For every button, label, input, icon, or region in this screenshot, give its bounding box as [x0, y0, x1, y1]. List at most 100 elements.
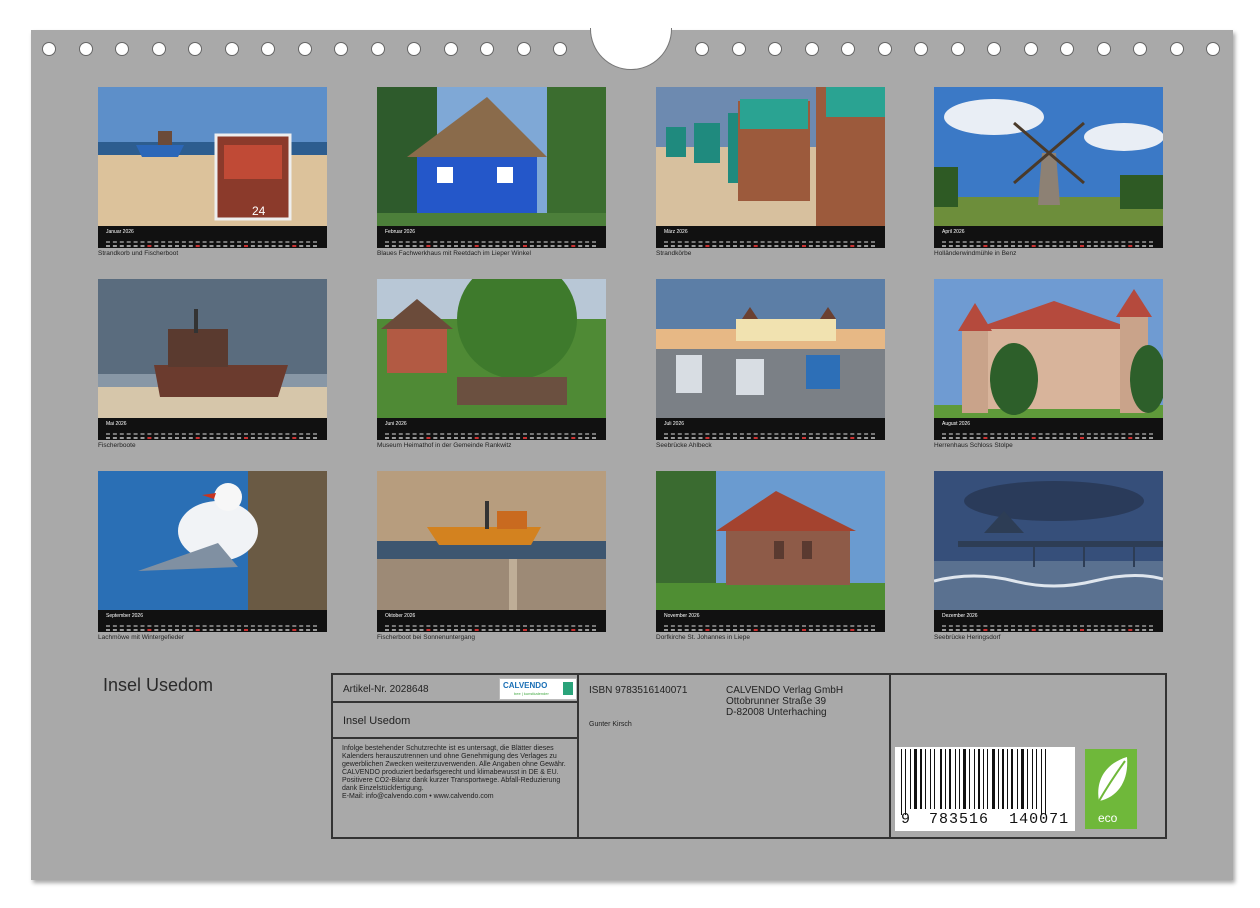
calvendo-logo-mark: [563, 682, 573, 695]
month-name: November 2026: [664, 613, 700, 619]
month-name: Dezember 2026: [942, 613, 978, 619]
month-page: April 2026 Holländerwindmühle in Benz: [934, 87, 1163, 257]
month-photo: [377, 471, 606, 610]
binding-hole: [914, 42, 928, 56]
legal-text-1: Infolge bestehender Schutzrechte ist es …: [342, 745, 566, 768]
day-grid: [385, 428, 599, 439]
binding-hole: [987, 42, 1001, 56]
month-photo: [656, 279, 885, 418]
binding-hole: [1096, 42, 1111, 56]
month-calendar-bar: Dezember 2026: [934, 610, 1163, 632]
month-photo: [656, 471, 885, 610]
month-page: Juni 2026 Museum Heimathof in der Gemeind…: [377, 279, 606, 449]
month-name: April 2026: [942, 229, 965, 235]
binding-hole: [950, 42, 965, 56]
month-name: März 2026: [664, 229, 688, 235]
isbn: ISBN 9783516140071: [589, 685, 688, 696]
month-page: Mai 2026 Fischerboote: [98, 279, 327, 449]
author: Gunter Kirsch: [589, 721, 632, 728]
month-caption: Strandkorb und Fischerboot: [98, 250, 179, 257]
calvendo-logo-text: CALVENDO: [503, 681, 548, 690]
month-photo: 24: [98, 87, 327, 226]
month-page: Dezember 2026 Seebrücke Heringsdorf: [934, 471, 1163, 641]
month-caption: Seebrücke Ahlbeck: [656, 442, 712, 449]
svg-text:24: 24: [252, 204, 266, 218]
binding-hole: [115, 42, 129, 56]
month-calendar-bar: Januar 2026: [98, 226, 327, 248]
month-calendar-bar: Mai 2026: [98, 418, 327, 440]
eco-badge: eco: [1085, 749, 1137, 829]
legal-text: Infolge bestehender Schutzrechte ist es …: [342, 745, 574, 801]
month-calendar-bar: September 2026: [98, 610, 327, 632]
binding-hole: [1023, 42, 1038, 56]
day-grid: [942, 428, 1156, 439]
month-name: September 2026: [106, 613, 143, 619]
month-caption: Herrenhaus Schloss Stolpe: [934, 442, 1013, 449]
binding-hole: [261, 42, 275, 56]
month-page: Juli 2026 Seebrücke Ahlbeck: [656, 279, 885, 449]
calvendo-logo: CALVENDO bee | kunstkalender: [499, 678, 577, 700]
barcode-group2: 140071: [1009, 811, 1070, 828]
barcode-bars: [901, 749, 1046, 815]
box-title-cell: Insel Usedom: [333, 703, 579, 739]
month-photo: [656, 87, 885, 226]
month-caption: Lachmöwe mit Wintergefieder: [98, 634, 184, 641]
month-calendar-bar: Oktober 2026: [377, 610, 606, 632]
month-name: Januar 2026: [106, 229, 134, 235]
barcode: 9 783516 140071: [895, 747, 1075, 831]
calendar-title: Insel Usedom: [103, 675, 214, 695]
day-grid: [106, 428, 320, 439]
month-caption: Strandkörbe: [656, 250, 692, 257]
month-photo: [377, 279, 606, 418]
month-calendar-bar: April 2026: [934, 226, 1163, 248]
day-grid: [106, 236, 320, 247]
publisher-address: CALVENDO Verlag GmbH Ottobrunner Straße …: [726, 685, 843, 718]
binding-hole: [768, 42, 782, 56]
legal-cell: Infolge bestehender Schutzrechte ist es …: [333, 739, 579, 837]
month-photo: [98, 471, 327, 610]
month-photo: [377, 87, 606, 226]
month-calendar-bar: Juli 2026: [656, 418, 885, 440]
month-page: September 2026 Lachmöwe mit Wintergefiede…: [98, 471, 327, 641]
month-name: Juni 2026: [385, 421, 407, 427]
month-photo: [934, 279, 1163, 418]
day-grid: [942, 620, 1156, 631]
day-grid: [664, 620, 878, 631]
month-calendar-bar: Juni 2026: [377, 418, 606, 440]
month-page: November 2026 Dorfkirche St. Johannes in …: [656, 471, 885, 641]
month-name: Oktober 2026: [385, 613, 416, 619]
binding-hole: [804, 42, 819, 56]
month-caption: Blaues Fachwerkhaus mit Reetdach im Liep…: [377, 250, 531, 257]
day-grid: [664, 428, 878, 439]
binding-hole: [877, 42, 892, 56]
leaf-icon: [1098, 757, 1128, 802]
binding-hole: [1169, 42, 1184, 56]
binding-hole: [1060, 42, 1074, 56]
month-photo: [934, 471, 1163, 610]
month-caption: Holländerwindmühle in Benz: [934, 250, 1017, 257]
month-calendar-bar: November 2026: [656, 610, 885, 632]
month-page: August 2026 Herrenhaus Schloss Stolpe: [934, 279, 1163, 449]
month-name: August 2026: [942, 421, 971, 427]
day-grid: [106, 620, 320, 631]
publisher-name: CALVENDO Verlag GmbH: [726, 685, 844, 696]
barcode-digits: 9 783516 140071: [901, 811, 1069, 828]
hanger-notch: [590, 28, 672, 70]
day-grid: [664, 236, 878, 247]
binding-hole: [553, 42, 567, 56]
publisher-city: D-82008 Unterhaching: [726, 707, 827, 718]
box-title: Insel Usedom: [343, 715, 411, 727]
month-photo: [98, 279, 327, 418]
binding-hole: [1206, 42, 1220, 56]
month-caption: Fischerboot bei Sonnenuntergang: [377, 634, 475, 641]
binding-hole: [151, 42, 166, 56]
info-box: Artikel-Nr. 2028648 CALVENDO bee | kunst…: [331, 673, 1167, 839]
barcode-cell: 9 783516 140071 eco: [891, 675, 1165, 837]
calendar-back-sheet: 24 Januar 2026 Strandkorb und Fischerboot …: [31, 28, 1233, 880]
month-caption: Dorfkirche St. Johannes in Liepe: [656, 634, 750, 641]
month-caption: Seebrücke Heringsdorf: [934, 634, 1001, 641]
day-grid: [942, 236, 1156, 247]
barcode-digit-first: 9: [901, 811, 912, 828]
binding-hole: [480, 42, 494, 56]
month-name: Juli 2026: [664, 421, 685, 427]
